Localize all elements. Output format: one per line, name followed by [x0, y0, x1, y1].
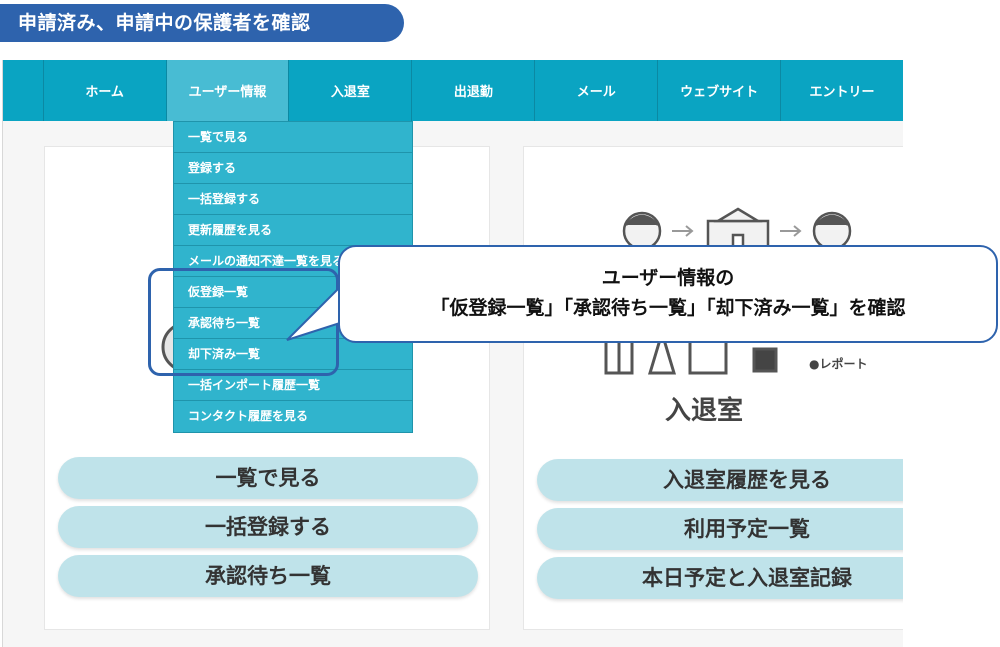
attendance-card-title: 入退室	[664, 396, 743, 426]
menu-item-bulk-register[interactable]: 一括登録する	[174, 184, 412, 215]
report-label: ●レポート	[809, 357, 868, 371]
top-navigation: ホーム ユーザー情報 入退室 出退勤 メール ウェブサイト エントリー	[3, 60, 903, 121]
nav-item-user-info[interactable]: ユーザー情報	[166, 60, 290, 121]
schedule-list-button[interactable]: 利用予定一覧	[537, 508, 903, 550]
attendance-history-button[interactable]: 入退室履歴を見る	[537, 459, 903, 501]
nav-item-work-attendance[interactable]: 出退勤	[412, 60, 536, 121]
attendance-card: ●レポート 入退室 入退室履歴を見る 利用予定一覧 本日予定と入退室記録	[523, 146, 903, 630]
pending-approval-button[interactable]: 承認待ち一覧	[58, 555, 478, 597]
menu-item-register[interactable]: 登録する	[174, 153, 412, 184]
app-screen: ホーム ユーザー情報 入退室 出退勤 メール ウェブサイト エントリー 一覧で見…	[2, 60, 903, 647]
nav-item-mail[interactable]: メール	[535, 60, 659, 121]
bulk-register-button[interactable]: 一括登録する	[58, 506, 478, 548]
today-schedule-button[interactable]: 本日予定と入退室記録	[537, 557, 903, 599]
callout-line-2: 「仮登録一覧」「承認待ち一覧」「却下済み一覧」を確認	[430, 297, 906, 319]
menu-item-list-view[interactable]: 一覧で見る	[174, 122, 412, 153]
list-view-button[interactable]: 一覧で見る	[58, 457, 478, 499]
menu-item-contact-history[interactable]: コンタクト履歴を見る	[174, 401, 412, 432]
nav-item-home[interactable]: ホーム	[44, 60, 167, 121]
menu-item-update-history[interactable]: 更新履歴を見る	[174, 215, 412, 246]
nav-item-website[interactable]: ウェブサイト	[658, 60, 782, 121]
nav-item-entry[interactable]: エントリー	[781, 60, 903, 121]
nav-lead-spacer	[3, 60, 44, 121]
callout-line-1: ユーザー情報の	[601, 267, 735, 289]
page-title: 申請済み、申請中の保護者を確認	[0, 4, 404, 42]
nav-item-attendance[interactable]: 入退室	[289, 60, 413, 121]
annotation-callout: ユーザー情報の 「仮登録一覧」「承認待ち一覧」「却下済み一覧」を確認	[338, 245, 998, 343]
callout-tail-icon	[286, 285, 342, 341]
